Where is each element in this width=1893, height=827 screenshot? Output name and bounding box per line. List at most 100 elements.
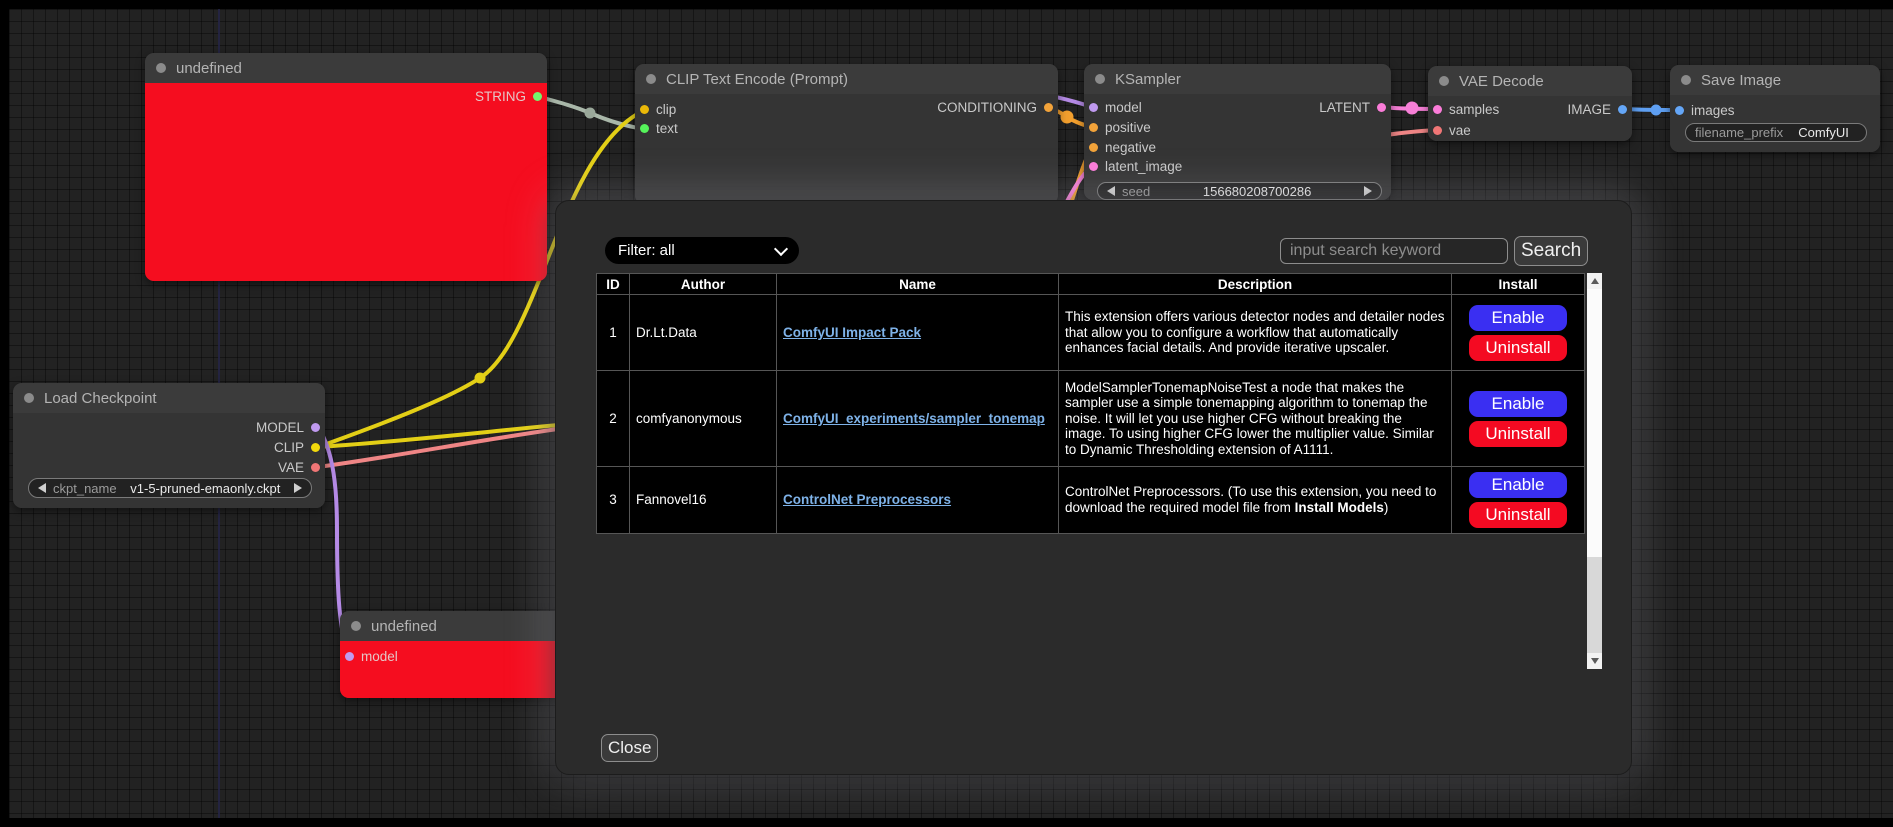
extension-row: 3 Fannovel16 ControlNet Preprocessors Co… [597,467,1585,534]
node-vae-decode[interactable]: VAE Decode samples vae IMAGE [1428,66,1632,141]
uninstall-button[interactable]: Uninstall [1469,421,1567,447]
input-label-text: text [656,121,678,136]
node-title: CLIP Text Encode (Prompt) [666,71,848,88]
widget-name: ckpt_name [53,481,117,496]
cell-id: 2 [597,371,630,467]
scrollbar-down-icon[interactable] [1587,653,1602,669]
input-label-clip: clip [656,102,676,117]
node-collapse-dot[interactable] [24,393,34,403]
node-collapse-dot[interactable] [1681,75,1691,85]
header-description: Description [1059,274,1452,295]
prev-arrow-icon[interactable] [38,483,46,493]
extension-row: 2 comfyanonymous ComfyUI_experiments/sam… [597,371,1585,467]
search-input[interactable] [1280,238,1508,264]
node-title: VAE Decode [1459,73,1544,90]
port-latent-output[interactable] [1377,103,1386,112]
node-clip-text-encode[interactable]: CLIP Text Encode (Prompt) clip text COND… [635,64,1058,204]
close-button[interactable]: Close [601,734,658,762]
reroute-dot [475,373,486,384]
scrollbar-thumb[interactable] [1587,289,1602,557]
node-title: Load Checkpoint [44,390,157,407]
extension-manager-dialog: Filter: all Search ID Author Name Descri… [555,200,1632,775]
enable-button[interactable]: Enable [1469,472,1567,498]
port-samples-input[interactable] [1433,105,1442,114]
input-label-samples: samples [1449,102,1499,117]
port-image-output[interactable] [1618,105,1627,114]
input-label-model: model [1105,100,1142,115]
port-positive-input[interactable] [1089,123,1098,132]
next-arrow-icon[interactable] [294,483,302,493]
filename-prefix-widget[interactable]: filename_prefix ComfyUI [1685,123,1867,142]
header-name: Name [777,274,1059,295]
node-save-image[interactable]: Save Image images filename_prefix ComfyU… [1670,65,1880,152]
port-clip-input[interactable] [640,105,649,114]
search-button[interactable]: Search [1514,236,1588,266]
input-label-negative: negative [1105,140,1156,155]
input-label-latent-image: latent_image [1105,159,1182,174]
decrement-arrow-icon[interactable] [1107,186,1115,196]
enable-button[interactable]: Enable [1469,391,1567,417]
scrollbar-up-icon[interactable] [1587,273,1602,289]
node-collapse-dot[interactable] [1439,76,1449,86]
port-vae-output[interactable] [311,463,320,472]
port-images-input[interactable] [1675,106,1684,115]
cell-author: comfyanonymous [630,371,777,467]
node-undefined-bottom[interactable]: undefined model [340,611,570,698]
widget-value: v1-5-pruned-emaonly.ckpt [124,481,287,496]
widget-value: 156680208700286 [1157,184,1357,199]
chevron-down-icon [774,241,788,255]
ckpt-name-widget[interactable]: ckpt_name v1-5-pruned-emaonly.ckpt [28,478,312,498]
extension-link[interactable]: ComfyUI Impact Pack [783,325,921,340]
extension-link[interactable]: ComfyUI_experiments/sampler_tonemap [783,411,1045,426]
port-negative-input[interactable] [1089,143,1098,152]
header-author: Author [630,274,777,295]
node-ksampler[interactable]: KSampler model positive negative latent_… [1084,64,1391,200]
node-undefined-top[interactable]: undefined STRING [145,53,547,281]
extension-table: ID Author Name Description Install 1 Dr.… [596,273,1585,534]
output-label-image: IMAGE [1567,102,1611,117]
port-latent-image-input[interactable] [1089,162,1098,171]
widget-name: seed [1122,184,1150,199]
port-string-output[interactable] [533,92,542,101]
port-conditioning-output[interactable] [1044,103,1053,112]
seed-widget[interactable]: seed 156680208700286 [1097,182,1382,200]
port-model-input[interactable] [345,652,354,661]
input-label-model: model [361,649,398,664]
reroute-dot [1061,111,1074,124]
node-collapse-dot[interactable] [1095,74,1105,84]
uninstall-button[interactable]: Uninstall [1469,502,1567,528]
port-clip-output[interactable] [311,443,320,452]
enable-button[interactable]: Enable [1469,305,1567,331]
node-load-checkpoint[interactable]: Load Checkpoint MODEL CLIP VAE ckpt_name… [13,383,325,508]
reroute-dot [1651,105,1662,116]
cell-id: 1 [597,295,630,371]
extension-row: 1 Dr.Lt.Data ComfyUI Impact Pack This ex… [597,295,1585,371]
output-label-vae: VAE [278,460,304,475]
cell-author: Fannovel16 [630,467,777,534]
port-vae-input[interactable] [1433,126,1442,135]
reroute-dot [585,108,596,119]
uninstall-button[interactable]: Uninstall [1469,335,1567,361]
port-text-input[interactable] [640,124,649,133]
scrollbar[interactable] [1587,273,1602,669]
table-header-row: ID Author Name Description Install [597,274,1585,295]
port-model-input[interactable] [1089,103,1098,112]
input-label-positive: positive [1105,120,1151,135]
port-model-output[interactable] [311,423,320,432]
extension-link[interactable]: ControlNet Preprocessors [783,492,951,507]
increment-arrow-icon[interactable] [1364,186,1372,196]
filter-select[interactable]: Filter: all [605,237,799,264]
header-id: ID [597,274,630,295]
input-label-images: images [1691,103,1735,118]
node-collapse-dot[interactable] [351,621,361,631]
output-label-conditioning: CONDITIONING [937,100,1037,115]
node-collapse-dot[interactable] [156,63,166,73]
cell-description: This extension offers various detector n… [1059,295,1452,371]
node-title: KSampler [1115,71,1181,88]
node-title: Save Image [1701,72,1781,89]
input-label-vae: vae [1449,123,1471,138]
cell-id: 3 [597,467,630,534]
node-title: undefined [371,618,437,635]
node-collapse-dot[interactable] [646,74,656,84]
node-title: undefined [176,60,242,77]
